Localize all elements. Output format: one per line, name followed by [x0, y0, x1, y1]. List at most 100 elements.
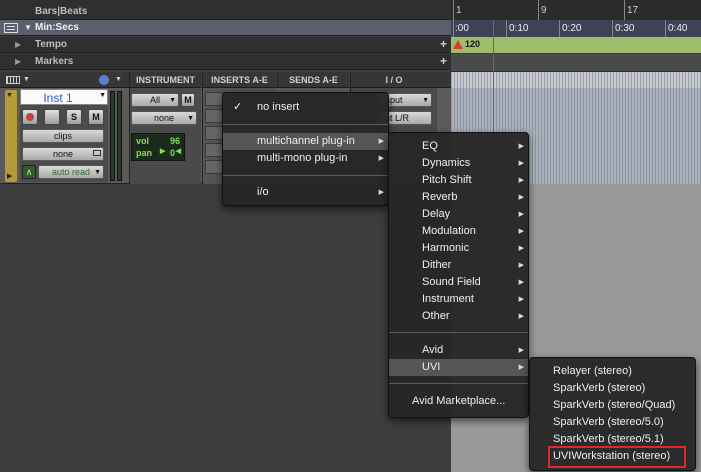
clock-icon[interactable]	[99, 75, 109, 85]
ruler-bars-beats-label: Bars|Beats	[35, 6, 88, 17]
sec-label: :00	[455, 23, 469, 34]
midi-program-label: none	[153, 113, 175, 123]
ruler-min-secs[interactable]: ▼ Min:Secs	[0, 20, 451, 36]
track-view-dropdown-icon[interactable]: ▼	[23, 72, 30, 88]
track-expand-icon[interactable]: ▶	[7, 172, 12, 180]
track-collapse-icon[interactable]: ▼	[6, 92, 13, 99]
ruler-expand-icon[interactable]: ▼	[24, 23, 32, 32]
record-enable-button[interactable]	[22, 109, 38, 125]
menu-item-no-insert[interactable]: ✓ no insert	[223, 99, 388, 116]
menu-item-instrument-label: Instrument	[422, 293, 474, 305]
automation-dropdown-icon: ▼	[94, 169, 101, 176]
track-color-strip[interactable]: ▼ ▶	[5, 90, 17, 182]
menu-item-multichannel[interactable]: multichannel plug-in ▶	[223, 133, 388, 150]
menu-item-sound-field[interactable]: Sound Field ▶	[389, 274, 528, 291]
track-view-icon[interactable]	[6, 76, 20, 84]
pan-label: pan	[136, 148, 153, 158]
column-header-sends[interactable]: SENDS A-E	[277, 72, 349, 88]
midi-program-selector[interactable]: none ▼	[131, 111, 197, 125]
menu-item-sparkverb-quad[interactable]: SparkVerb (stereo/Quad)	[530, 397, 695, 414]
playlist-label: clips	[53, 131, 72, 141]
menu-item-other-label: Other	[422, 310, 450, 322]
level-meter-right	[117, 91, 122, 181]
ruler-bars-beats[interactable]: Bars|Beats	[0, 4, 451, 20]
markers-expand-icon[interactable]: ▶	[15, 57, 21, 66]
midi-mute-button[interactable]: M	[181, 93, 195, 107]
bars-timeline[interactable]: 1 9 17	[451, 0, 701, 20]
menu-item-harmonic[interactable]: Harmonic ▶	[389, 240, 528, 257]
ruler-markers[interactable]: ▶ Markers +	[0, 54, 451, 70]
column-header-io[interactable]: I / O	[350, 72, 437, 88]
ruler-markers-label: Markers	[35, 56, 74, 67]
menu-item-reverb[interactable]: Reverb ▶	[389, 189, 528, 206]
tempo-lane[interactable]: 120	[451, 37, 701, 54]
sec-tick	[612, 20, 613, 37]
menu-item-eq-label: EQ	[422, 140, 438, 152]
menu-item-sparkverb-5-0[interactable]: SparkVerb (stereo/5.0)	[530, 414, 695, 431]
menu-item-avid[interactable]: Avid ▶	[389, 342, 528, 359]
timebase-label: none	[52, 149, 74, 159]
menu-item-dynamics[interactable]: Dynamics ▶	[389, 155, 528, 172]
timebase-selector[interactable]: none	[22, 147, 104, 161]
menu-item-delay[interactable]: Delay ▶	[389, 206, 528, 223]
submenu-arrow-icon: ▶	[518, 347, 524, 354]
insert-slot-e[interactable]	[205, 160, 223, 174]
markers-add-icon[interactable]: +	[440, 54, 447, 68]
menu-item-multimono[interactable]: multi-mono plug-in ▶	[223, 150, 388, 167]
insert-slot-c[interactable]	[205, 126, 223, 140]
menu-item-uvi[interactable]: UVI ▶	[389, 359, 528, 376]
mute-button[interactable]: M	[88, 109, 104, 125]
insert-slot-d[interactable]	[205, 143, 223, 157]
tempo-marker-icon[interactable]	[453, 40, 463, 49]
menu-item-other[interactable]: Other ▶	[389, 308, 528, 325]
sec-tick	[665, 20, 666, 37]
automation-icon[interactable]: ∧	[22, 165, 36, 179]
track-header-grid	[451, 72, 701, 88]
menu-item-dither-label: Dither	[422, 259, 452, 271]
insert-slot-a[interactable]	[205, 92, 223, 106]
sec-label: 0:20	[562, 23, 582, 34]
track-name-field[interactable]: Inst 1 ▼	[20, 89, 108, 105]
submenu-arrow-icon: ▶	[378, 138, 384, 145]
markers-lane[interactable]	[451, 54, 701, 72]
menu-item-modulation[interactable]: Modulation ▶	[389, 223, 528, 240]
input-monitor-button[interactable]	[44, 109, 60, 125]
column-header-inserts[interactable]: INSERTS A-E	[202, 72, 276, 88]
menu-item-dither[interactable]: Dither ▶	[389, 257, 528, 274]
tempo-expand-icon[interactable]: ▶	[15, 40, 21, 49]
ruler-menu-icon[interactable]	[4, 23, 18, 33]
menu-item-relayer[interactable]: Relayer (stereo)	[530, 363, 695, 380]
input-dropdown-icon: ▼	[422, 97, 429, 104]
track-options-icon[interactable]: ▼	[115, 72, 122, 88]
ruler-min-secs-label: Min:Secs	[35, 22, 79, 33]
submenu-arrow-icon: ▶	[518, 194, 524, 201]
menu-item-instrument[interactable]: Instrument ▶	[389, 291, 528, 308]
menu-item-io[interactable]: i/o ▶	[223, 184, 388, 201]
menu-separator	[389, 383, 528, 384]
automation-mode-selector[interactable]: auto read ▼	[38, 165, 104, 179]
track-name-dropdown-icon[interactable]: ▼	[99, 92, 106, 99]
ruler-top-edge	[0, 0, 451, 4]
menu-item-uviworkstation[interactable]: UVIWorkstation (stereo)	[548, 446, 686, 468]
empty-track-area[interactable]	[0, 184, 451, 472]
column-header-instrument[interactable]: INSTRUMENT	[129, 72, 201, 88]
menu-item-sparkverb-stereo-label: SparkVerb (stereo)	[553, 382, 646, 394]
secs-timeline[interactable]: :00 0:10 0:20 0:30 0:40	[451, 20, 701, 37]
tempo-add-icon[interactable]: +	[440, 37, 447, 51]
timebase-icon	[93, 150, 101, 156]
submenu-arrow-icon: ▶	[518, 296, 524, 303]
midi-channel-dropdown-icon: ▼	[169, 97, 176, 104]
volume-pan-display[interactable]: vol 96 pan ▶ 0 ◀	[131, 133, 185, 161]
menu-item-pitch-shift[interactable]: Pitch Shift ▶	[389, 172, 528, 189]
solo-button[interactable]: S	[66, 109, 82, 125]
pan-arrow-right-icon: ◀	[175, 148, 181, 155]
plugin-category-menu: EQ ▶ Dynamics ▶ Pitch Shift ▶ Reverb ▶ D…	[388, 132, 529, 418]
ruler-tempo[interactable]: ▶ Tempo +	[0, 37, 451, 53]
playlist-selector[interactable]: clips	[22, 129, 104, 143]
insert-slot-b[interactable]	[205, 109, 223, 123]
submenu-arrow-icon: ▶	[378, 189, 384, 196]
menu-item-marketplace[interactable]: Avid Marketplace...	[389, 393, 528, 410]
menu-item-eq[interactable]: EQ ▶	[389, 138, 528, 155]
menu-item-sparkverb-stereo[interactable]: SparkVerb (stereo)	[530, 380, 695, 397]
midi-channel-selector[interactable]: All ▼	[131, 93, 179, 107]
